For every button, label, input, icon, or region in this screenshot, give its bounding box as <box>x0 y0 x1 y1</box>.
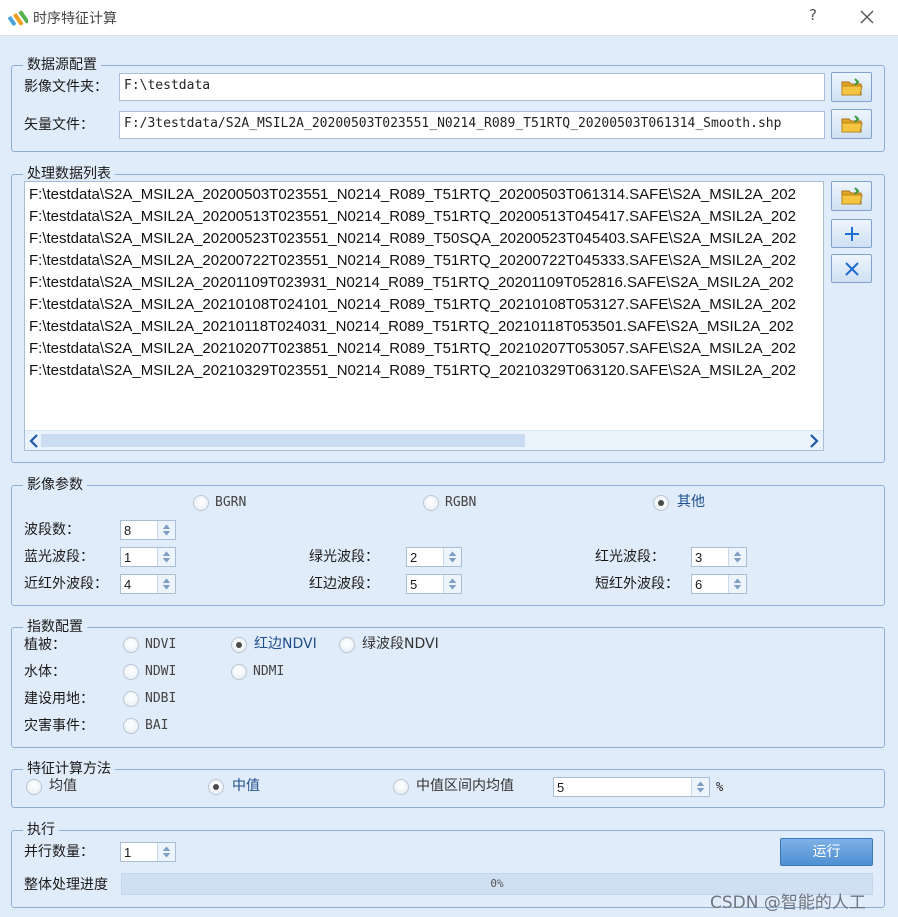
spin-arrows-icon[interactable] <box>157 843 175 861</box>
spin-arrows-icon[interactable] <box>728 548 746 566</box>
radio-ndwi[interactable] <box>123 664 139 680</box>
nir-band-label: 近红外波段： <box>24 576 108 592</box>
blue-band-label: 蓝光波段： <box>24 549 94 565</box>
vector-file-field[interactable]: F:/3testdata/S2A_MSIL2A_20200503T023551_… <box>119 111 825 139</box>
list-item[interactable]: F:\testdata\S2A_MSIL2A_20210108T024101_N… <box>29 294 796 316</box>
red-band-label: 红光波段： <box>595 549 665 565</box>
green-band-label: 绿光波段： <box>309 549 379 565</box>
vegetation-label: 植被： <box>24 637 66 653</box>
green-band-spinbox[interactable]: 2 <box>406 547 462 567</box>
list-item[interactable]: F:\testdata\S2A_MSIL2A_20200722T023551_N… <box>29 250 796 272</box>
rededge-band-label: 红边波段： <box>309 576 379 592</box>
radio-ndmi[interactable] <box>231 664 247 680</box>
red-band-spinbox[interactable]: 3 <box>691 547 747 567</box>
feature-method-title: 特征计算方法 <box>23 760 115 778</box>
radio-bgrn[interactable] <box>193 495 209 511</box>
browse-folder-button[interactable] <box>831 72 872 102</box>
browse-vector-button[interactable] <box>831 109 872 139</box>
radio-bai-label: BAI <box>145 718 169 733</box>
radio-ndbi-label: NDBI <box>145 691 177 706</box>
radio-interval-mean-label: 中值区间内均值 <box>416 778 514 794</box>
spin-arrows-icon[interactable] <box>443 575 461 593</box>
radio-interval-mean[interactable] <box>393 779 409 795</box>
disaster-label: 灾害事件： <box>24 718 94 734</box>
folder-open-icon <box>841 78 863 96</box>
watermark: CSDN @智能的人工 <box>710 893 866 913</box>
swir-band-label: 短红外波段： <box>595 576 679 592</box>
band-count-label: 波段数： <box>24 522 80 538</box>
nir-band-spinbox[interactable]: 4 <box>120 574 176 594</box>
list-item[interactable]: F:\testdata\S2A_MSIL2A_20210118T024031_N… <box>29 316 794 338</box>
radio-green-ndvi-label: 绿波段NDVI <box>362 636 439 652</box>
interval-unit: % <box>716 780 724 794</box>
spin-arrows-icon[interactable] <box>443 548 461 566</box>
chevron-left-icon[interactable] <box>27 433 41 449</box>
radio-rgbn-label: RGBN <box>445 495 477 510</box>
delete-icon <box>844 261 859 276</box>
radio-ndwi-label: NDWI <box>145 664 177 679</box>
list-item[interactable]: F:\testdata\S2A_MSIL2A_20210329T023551_N… <box>29 360 796 382</box>
data-source-title: 数据源配置 <box>23 56 101 74</box>
list-item[interactable]: F:\testdata\S2A_MSIL2A_20200503T023551_N… <box>29 184 796 206</box>
radio-ndvi[interactable] <box>123 637 139 653</box>
title-bar: 时序特征计算 ? <box>0 0 898 36</box>
index-config-title: 指数配置 <box>23 618 87 636</box>
blue-band-spinbox[interactable]: 1 <box>120 547 176 567</box>
scrollbar-thumb[interactable] <box>41 434 525 447</box>
app-logo-icon <box>8 10 28 26</box>
water-label: 水体： <box>24 664 66 680</box>
spin-arrows-icon[interactable] <box>157 548 175 566</box>
data-listbox[interactable]: F:\testdata\S2A_MSIL2A_20200503T023551_N… <box>24 181 824 451</box>
spin-arrows-icon[interactable] <box>728 575 746 593</box>
folder-open-icon <box>841 187 863 205</box>
parallel-spinbox[interactable]: 1 <box>120 842 176 862</box>
close-icon[interactable] <box>858 8 876 26</box>
radio-bgrn-label: BGRN <box>215 495 247 510</box>
index-config-group: 指数配置 <box>11 618 885 748</box>
list-item[interactable]: F:\testdata\S2A_MSIL2A_20210207T023851_N… <box>29 338 796 360</box>
spin-arrows-icon[interactable] <box>157 521 175 539</box>
radio-rededge-ndvi[interactable] <box>231 637 247 653</box>
radio-mean-label: 均值 <box>49 778 77 794</box>
image-params-title: 影像参数 <box>23 476 87 494</box>
horizontal-scrollbar[interactable] <box>25 430 823 450</box>
execute-title: 执行 <box>23 821 59 839</box>
plus-icon <box>844 226 859 241</box>
list-item[interactable]: F:\testdata\S2A_MSIL2A_20201109T023931_N… <box>29 272 794 294</box>
radio-ndmi-label: NDMI <box>253 664 285 679</box>
interval-spinbox[interactable]: 5 <box>553 777 710 797</box>
radio-rededge-ndvi-label: 红边NDVI <box>254 636 317 652</box>
remove-item-button[interactable] <box>831 254 872 283</box>
image-folder-field[interactable]: F:\testdata <box>119 73 825 101</box>
chevron-right-icon[interactable] <box>807 433 821 449</box>
radio-other-label: 其他 <box>677 494 705 510</box>
spin-arrows-icon[interactable] <box>157 575 175 593</box>
vector-file-label: 矢量文件： <box>24 117 94 133</box>
add-item-button[interactable] <box>831 219 872 248</box>
list-item[interactable]: F:\testdata\S2A_MSIL2A_20200523T023551_N… <box>29 228 796 250</box>
radio-bai[interactable] <box>123 718 139 734</box>
radio-ndvi-label: NDVI <box>145 637 177 652</box>
window-title: 时序特征计算 <box>33 11 117 27</box>
run-button[interactable]: 运行 <box>780 838 873 866</box>
parallel-label: 并行数量： <box>24 844 94 860</box>
folder-open-icon <box>841 115 863 133</box>
list-item[interactable]: F:\testdata\S2A_MSIL2A_20200513T023551_N… <box>29 206 796 228</box>
add-folder-button[interactable] <box>831 181 872 211</box>
progress-label: 整体处理进度 <box>24 877 108 893</box>
help-icon[interactable]: ? <box>806 6 820 24</box>
band-count-spinbox[interactable]: 8 <box>120 520 176 540</box>
swir-band-spinbox[interactable]: 6 <box>691 574 747 594</box>
radio-median-label: 中值 <box>232 778 260 794</box>
radio-green-ndvi[interactable] <box>339 637 355 653</box>
radio-mean[interactable] <box>26 779 42 795</box>
radio-other[interactable] <box>653 495 669 511</box>
radio-median[interactable] <box>208 779 224 795</box>
radio-ndbi[interactable] <box>123 691 139 707</box>
builtup-label: 建设用地： <box>24 691 94 707</box>
rededge-band-spinbox[interactable]: 5 <box>406 574 462 594</box>
radio-rgbn[interactable] <box>423 495 439 511</box>
spin-arrows-icon[interactable] <box>691 778 709 796</box>
image-folder-label: 影像文件夹： <box>24 79 108 95</box>
